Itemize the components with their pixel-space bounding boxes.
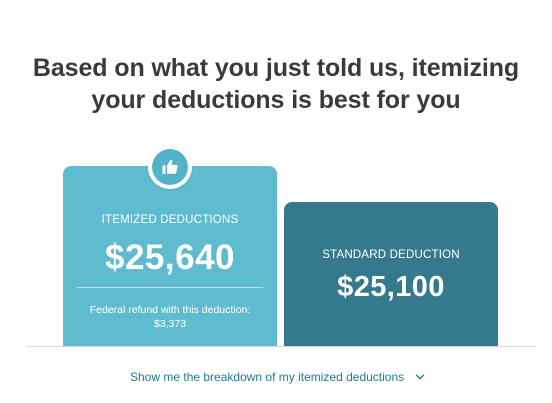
show-breakdown-link[interactable]: Show me the breakdown of my itemized ded… xyxy=(130,368,425,386)
standard-deduction-card: STANDARD DEDUCTION $25,100 xyxy=(284,202,498,347)
standard-deduction-label: STANDARD DEDUCTION xyxy=(322,249,460,261)
page-title-line-1: Based on what you just told us, itemizin… xyxy=(32,54,520,82)
page-title-line-2: your deductions is best for you xyxy=(91,86,461,114)
itemized-deductions-label: ITEMIZED DEDUCTIONS xyxy=(101,214,239,226)
cards-baseline-divider xyxy=(26,346,536,347)
card-divider xyxy=(77,287,263,288)
chevron-down-icon xyxy=(415,374,425,380)
federal-refund-label: Federal refund with this deduction: xyxy=(89,304,251,316)
recommended-badge xyxy=(148,145,192,189)
itemized-deductions-amount: $25,640 xyxy=(104,238,236,277)
standard-deduction-amount: $25,100 xyxy=(337,271,445,303)
itemized-deductions-card: ITEMIZED DEDUCTIONS $25,640 Federal refu… xyxy=(63,166,277,347)
federal-refund-amount: $3,373 xyxy=(153,318,187,330)
show-breakdown-link-label: Show me the breakdown of my itemized ded… xyxy=(130,370,405,384)
badge-circle xyxy=(152,149,188,185)
page-title: Based on what you just told us, itemizin… xyxy=(0,52,552,116)
thumbs-up-icon xyxy=(162,159,178,174)
deduction-comparison-page: Based on what you just told us, itemizin… xyxy=(0,0,552,403)
